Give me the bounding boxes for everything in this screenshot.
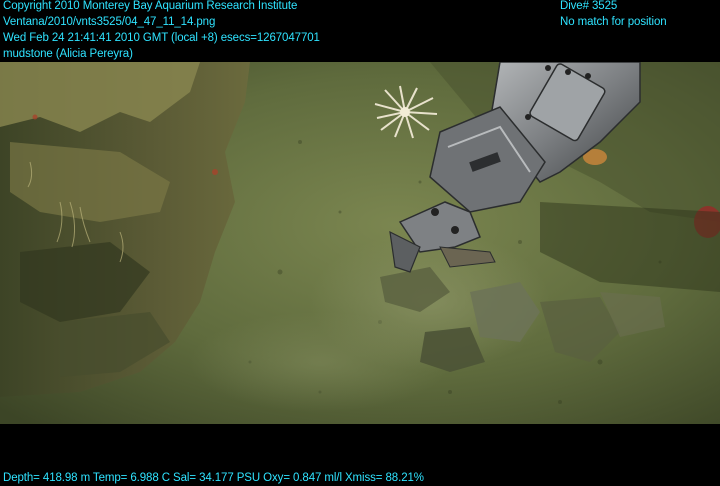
dive-number-text: Dive# 3525	[560, 0, 618, 12]
seafloor-video-frame	[0, 62, 720, 424]
position-status-text: No match for position	[560, 16, 667, 28]
annotation-text: mudstone (Alicia Pereyra)	[3, 48, 133, 60]
telemetry-text: Depth= 418.98 m Temp= 6.988 C Sal= 34.17…	[3, 472, 424, 484]
seafloor-scene-illustration	[0, 62, 720, 424]
copyright-text: Copyright 2010 Monterey Bay Aquarium Res…	[3, 0, 298, 12]
filename-text: Ventana/2010/vnts3525/04_47_11_14.png	[3, 16, 216, 28]
datetime-text: Wed Feb 24 21:41:41 2010 GMT (local +8) …	[3, 32, 320, 44]
